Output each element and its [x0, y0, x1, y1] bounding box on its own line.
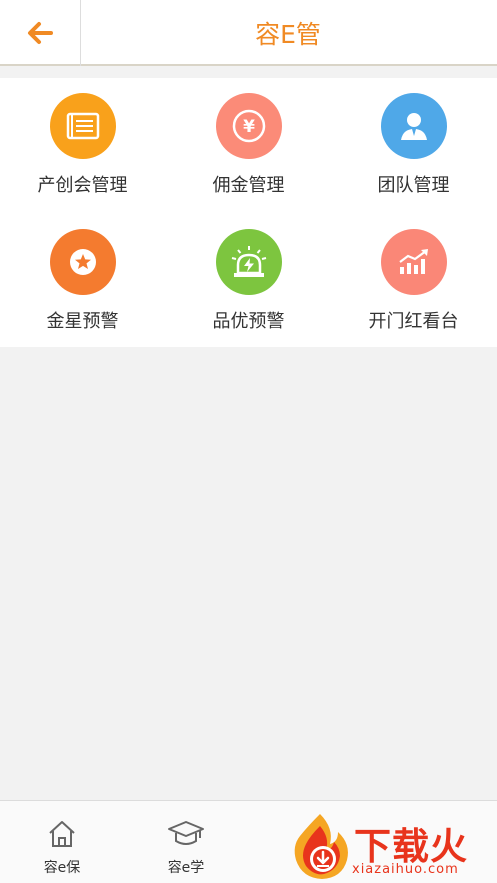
grid-item-label: 产创会管理 [37, 175, 128, 196]
watermark-url: xiazaihuo.com [352, 862, 459, 877]
list-board-icon [49, 93, 116, 159]
growth-chart-icon [380, 229, 447, 295]
star-icon [49, 229, 116, 295]
nav-item-label: 容e保 [43, 860, 81, 876]
grid-item-gold-star-alert[interactable]: 金星预警 [0, 214, 165, 334]
page-title: 容E管 [81, 0, 497, 66]
grid-item-label: 开门红看台 [368, 311, 459, 332]
grid-item-label: 佣金管理 [212, 175, 285, 196]
grid-item-team-management[interactable]: 团队管理 [331, 78, 496, 198]
flame-download-icon [294, 814, 348, 879]
section-gap [0, 68, 497, 78]
header-bar: 容E管 [0, 0, 497, 66]
back-button[interactable] [0, 0, 81, 66]
nav-item-rong-e-xue[interactable]: 容e学 [126, 801, 246, 883]
team-person-icon [380, 93, 447, 159]
watermark-logo: 下载火 xiazaihuo.com [290, 812, 497, 883]
grid-item-label: 金星预警 [46, 311, 119, 332]
grid-item-event-management[interactable]: 产创会管理 [0, 78, 165, 198]
arrow-left-icon [28, 22, 53, 44]
nav-item-label: 容e学 [167, 860, 205, 876]
page-title-text: 容E管 [255, 20, 321, 49]
svg-text:¥: ¥ [243, 117, 255, 137]
grid-item-label: 品优预警 [212, 311, 285, 332]
grid-item-label: 团队管理 [377, 175, 450, 196]
grid-item-quality-alert[interactable]: 品优预警 [166, 214, 331, 334]
home-icon [49, 821, 75, 847]
function-grid: 产创会管理 ¥ 佣金管理 团队管理 金星预警 品优预警 开门红看台 [0, 78, 497, 347]
alarm-light-icon [215, 229, 282, 295]
graduation-cap-icon [168, 821, 204, 845]
grid-item-commission-management[interactable]: ¥ 佣金管理 [166, 78, 331, 198]
nav-item-rong-e-bao[interactable]: 容e保 [2, 801, 122, 883]
grid-item-good-start-board[interactable]: 开门红看台 [331, 214, 496, 334]
yen-coin-icon: ¥ [215, 93, 282, 159]
